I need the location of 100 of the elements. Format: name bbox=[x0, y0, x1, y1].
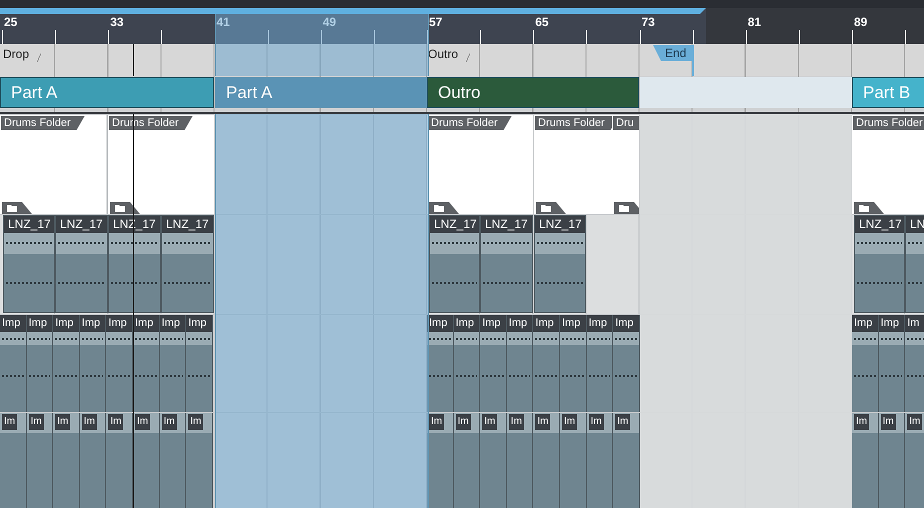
audio-clip[interactable]: Imp bbox=[80, 315, 106, 412]
bar-number: 49 bbox=[322, 15, 336, 29]
audio-clip[interactable]: Imp bbox=[427, 315, 454, 412]
folder-clip[interactable]: Drums Folder bbox=[108, 115, 214, 214]
folder-clip[interactable]: Drums Folder bbox=[534, 115, 612, 214]
bar-number: 41 bbox=[216, 15, 230, 29]
audio-clip[interactable]: LNZ_17 bbox=[161, 215, 214, 313]
clip-label: LNZ_17 bbox=[855, 216, 904, 233]
clip-label: Imp bbox=[80, 315, 106, 332]
audio-clip[interactable]: Imp bbox=[560, 315, 587, 412]
clip-label: Imp bbox=[26, 315, 52, 332]
end-marker[interactable]: End bbox=[653, 45, 694, 61]
audio-clip[interactable]: LNZ_17 bbox=[480, 215, 533, 313]
audio-clip[interactable]: Im bbox=[133, 413, 160, 508]
audio-clip[interactable]: Im bbox=[878, 413, 906, 508]
clip-label: Drums Folder bbox=[428, 116, 512, 130]
audio-clip[interactable]: LNZ_17 bbox=[534, 215, 586, 313]
clip-label: LNZ_17 bbox=[56, 216, 107, 233]
clip-label: LNZ_17 bbox=[535, 216, 585, 233]
audio-clip[interactable]: Imp bbox=[160, 315, 186, 412]
clip-label: Imp bbox=[480, 315, 506, 332]
clip-label: Im bbox=[456, 414, 471, 430]
arranger-section[interactable]: Outro bbox=[427, 77, 639, 108]
audio-clip[interactable]: Imp bbox=[480, 315, 507, 412]
clip-label: Imp bbox=[53, 315, 79, 332]
audio-clip[interactable]: Imp bbox=[852, 315, 879, 412]
clip-label: Im bbox=[429, 414, 444, 430]
audio-clip[interactable]: Im bbox=[454, 413, 480, 508]
audio-clip[interactable]: Imp bbox=[0, 315, 27, 412]
folder-clip[interactable]: Drums Folder bbox=[427, 115, 533, 214]
clip-label: Im bbox=[55, 414, 70, 430]
audio-clip[interactable]: Imp bbox=[133, 315, 160, 412]
audio-clip[interactable]: Im bbox=[506, 413, 534, 508]
clip-label: Im bbox=[162, 414, 177, 430]
clip-label: Im bbox=[2, 414, 17, 430]
clip-label: Imp bbox=[106, 315, 132, 332]
audio-clip[interactable]: Im bbox=[160, 413, 186, 508]
clip-label: Imp bbox=[613, 315, 639, 332]
clip-label: Im bbox=[854, 414, 869, 430]
clip-label: Im bbox=[588, 414, 604, 430]
folder-icon bbox=[536, 202, 566, 214]
audio-clip[interactable]: LNZ_17 bbox=[55, 215, 108, 313]
audio-clip[interactable]: Im bbox=[905, 413, 924, 508]
clip-label: Drums Folder bbox=[853, 116, 924, 130]
audio-clip[interactable]: Imp bbox=[454, 315, 480, 412]
audio-clip[interactable]: LNZ_17 bbox=[3, 215, 55, 313]
audio-clip[interactable]: LN bbox=[905, 215, 924, 313]
bar-number: 57 bbox=[429, 15, 442, 29]
folder-clip[interactable]: Dru bbox=[612, 115, 639, 214]
audio-clip[interactable]: Imp bbox=[53, 315, 80, 412]
clip-label: Imp bbox=[560, 315, 586, 332]
clip-label: Imp bbox=[454, 315, 480, 332]
bar-number: 65 bbox=[535, 15, 549, 29]
clip-label: Im bbox=[28, 414, 44, 430]
audio-clip[interactable]: Im bbox=[533, 413, 560, 508]
audio-clip[interactable]: Im bbox=[0, 413, 27, 508]
audio-clip[interactable]: Imp bbox=[613, 315, 640, 412]
audio-clip[interactable]: Im bbox=[480, 413, 507, 508]
playhead-line[interactable] bbox=[133, 44, 134, 508]
clip-label: Dru bbox=[613, 116, 639, 130]
audio-clip[interactable]: LNZ_17 bbox=[108, 215, 161, 313]
folder-icon bbox=[854, 202, 884, 214]
audio-clip[interactable]: Im bbox=[560, 413, 587, 508]
clip-label: Im bbox=[188, 414, 204, 430]
audio-clip[interactable]: Im bbox=[905, 315, 924, 412]
clip-label: Imp bbox=[852, 315, 878, 332]
folder-clip[interactable]: Drums Folder bbox=[852, 115, 924, 214]
audio-clip[interactable]: Imp bbox=[878, 315, 906, 412]
audio-clip[interactable]: Imp bbox=[26, 315, 54, 412]
audio-clip[interactable]: Imp bbox=[586, 315, 614, 412]
clip-label: Im bbox=[82, 414, 97, 430]
audio-clip[interactable]: Im bbox=[106, 413, 133, 508]
clip-label: Imp bbox=[186, 315, 212, 332]
folder-icon bbox=[2, 202, 32, 214]
audio-clip[interactable]: LNZ_17 bbox=[854, 215, 905, 313]
audio-clip[interactable]: Im bbox=[852, 413, 879, 508]
clip-label: Im bbox=[562, 414, 577, 430]
audio-clip[interactable]: Im bbox=[613, 413, 640, 508]
clip-label: Imp bbox=[133, 315, 159, 332]
audio-clip[interactable]: LNZ_17 bbox=[429, 215, 480, 313]
folder-clip[interactable]: Drums Folder bbox=[0, 115, 106, 214]
clip-label: Drums Folder bbox=[1, 116, 85, 130]
audio-clip[interactable]: Im bbox=[586, 413, 614, 508]
audio-clip[interactable]: Im bbox=[53, 413, 80, 508]
clip-label: Drums Folder bbox=[535, 116, 612, 130]
audio-clip[interactable]: Im bbox=[80, 413, 106, 508]
audio-clip[interactable]: Imp bbox=[533, 315, 560, 412]
clip-label: Drums Folder bbox=[109, 116, 193, 130]
clip-label: Im bbox=[907, 414, 922, 430]
selection-range[interactable] bbox=[215, 14, 429, 508]
audio-clip[interactable]: Im bbox=[427, 413, 454, 508]
audio-clip[interactable]: Im bbox=[26, 413, 54, 508]
clip-label: Im bbox=[135, 414, 150, 430]
audio-clip[interactable]: Imp bbox=[186, 315, 213, 412]
clip-label: Im bbox=[482, 414, 498, 430]
audio-clip[interactable]: Imp bbox=[106, 315, 133, 412]
audio-clip[interactable]: Im bbox=[186, 413, 213, 508]
clip-label: LNZ_17 bbox=[481, 216, 532, 233]
bar-number: 89 bbox=[854, 15, 868, 29]
audio-clip[interactable]: Imp bbox=[506, 315, 534, 412]
